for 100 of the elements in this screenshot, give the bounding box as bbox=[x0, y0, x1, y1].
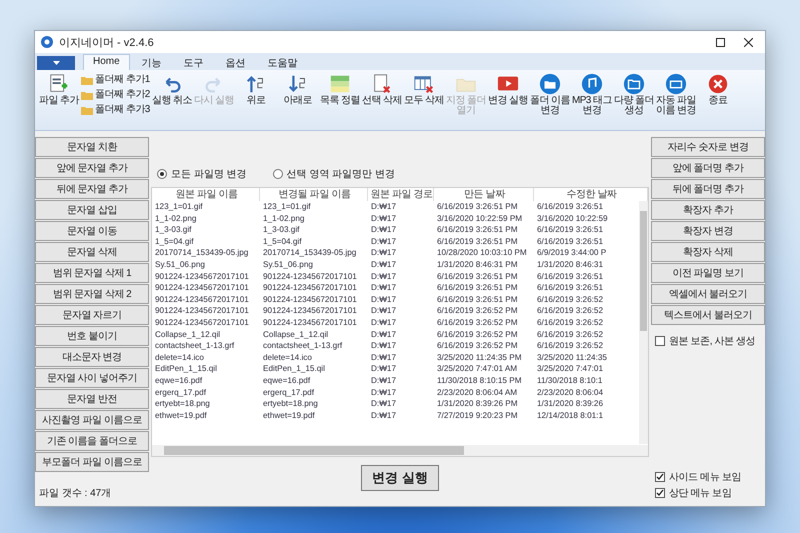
action-button[interactable]: 확장자 삭제 bbox=[651, 242, 765, 262]
mode-radio[interactable]: 선택 영역 파일명만 변경 bbox=[272, 167, 395, 181]
column-header[interactable]: 변경될 파일 이름 bbox=[260, 188, 368, 201]
table-cell-text: 6/16/2019 3:26:52 bbox=[536, 316, 604, 329]
add-folder-button[interactable]: 폴더째 추가3 bbox=[81, 103, 150, 116]
toolbar-button[interactable]: 위로 bbox=[236, 73, 276, 106]
table-cell-text: 1_1-02.png bbox=[154, 212, 198, 224]
caret-icon bbox=[52, 61, 60, 65]
table-cell-text: 123_1=01.gif bbox=[154, 201, 204, 213]
column-header[interactable]: 원본 파일 경로 bbox=[368, 188, 434, 201]
action-button[interactable]: 사진촬영 파일 이름으로 bbox=[35, 410, 149, 430]
toolbar-button[interactable]: 아래로 bbox=[278, 73, 318, 106]
action-button[interactable]: 문자열 자르기 bbox=[35, 305, 149, 325]
ribbon-tab[interactable]: 기능 bbox=[132, 54, 172, 70]
action-button[interactable]: 텍스트에서 불러오기 bbox=[651, 305, 765, 325]
table-cell-text: D:₩17 bbox=[370, 340, 398, 352]
table-cell-text: 6/16/2019 3:26:51 bbox=[536, 224, 604, 236]
column-header[interactable]: 만든 날짜 bbox=[434, 188, 534, 201]
toolbar-button[interactable]: 폴더 이름 변경 bbox=[530, 73, 570, 116]
keep-original-checkbox[interactable]: 원본 보존, 사본 생성 bbox=[655, 334, 761, 348]
table-cell-text: 6/16/2019 3:26:51 bbox=[536, 270, 604, 282]
table-cell-text: 6/16/2019 3:26:51 PM bbox=[436, 201, 519, 213]
action-button[interactable]: 앞에 폴더명 추가 bbox=[651, 158, 765, 178]
table-cell-text: 2/23/2020 8:06:04 AM bbox=[436, 386, 518, 398]
action-button[interactable]: 확장자 변경 bbox=[651, 221, 765, 241]
toolbar-button[interactable]: MP3 태그 변경 bbox=[572, 73, 612, 116]
toolbar-button[interactable]: 모두 삭제 bbox=[404, 73, 444, 106]
table-cell-text: 901224-12345672017101 bbox=[262, 270, 358, 282]
run-rename-button[interactable]: 변경 실행 bbox=[361, 465, 439, 491]
table-cell-text: D:₩17 bbox=[370, 201, 398, 213]
horizontal-scrollbar[interactable] bbox=[152, 445, 648, 456]
app-menu-button[interactable] bbox=[37, 56, 75, 70]
toolbar-button[interactable]: 선택 삭제 bbox=[362, 73, 402, 106]
action-button[interactable]: 문자열 치환 bbox=[35, 137, 149, 157]
action-button[interactable]: 문자열 삽입 bbox=[35, 200, 149, 220]
table-cell-text: 1_1-02.png bbox=[262, 212, 306, 224]
action-button[interactable]: 자리수 숫자로 변경 bbox=[651, 137, 765, 157]
table-cell-text: 2/23/2020 8:06:04 bbox=[536, 386, 604, 398]
action-button[interactable]: 부모폴더 파일 이름으로 bbox=[35, 452, 149, 472]
table-cell-text: EditPen_1_15.qil bbox=[262, 363, 326, 375]
action-button[interactable]: 이전 파일명 보기 bbox=[651, 263, 765, 283]
action-button[interactable]: 번호 붙이기 bbox=[35, 326, 149, 346]
table-cell-text: 6/16/2019 3:26:51 bbox=[536, 201, 604, 213]
table-cell-text: ergerq_17.pdf bbox=[154, 386, 207, 398]
file-count-label: 파일 갯수 : 47개 bbox=[38, 487, 112, 501]
table-cell-text: D:₩17 bbox=[370, 212, 398, 224]
view-option-checkbox[interactable]: 상단 메뉴 보임 bbox=[655, 486, 761, 500]
close-icon bbox=[744, 38, 752, 46]
table-cell-text: ethwet=19.pdf bbox=[262, 410, 316, 422]
table-cell-text: eqwe=16.pdf bbox=[262, 374, 312, 386]
ribbon-tab[interactable]: Home bbox=[83, 54, 130, 70]
action-button[interactable]: 범위 문자열 삭제 1 bbox=[35, 263, 149, 283]
table-cell-text: D:₩17 bbox=[370, 374, 398, 386]
table-cell-text: 6/16/2019 3:26:52 PM bbox=[436, 328, 519, 340]
action-button[interactable]: 뒤에 폴더명 추가 bbox=[651, 179, 765, 199]
toolbar-button[interactable]: 파일 추가 bbox=[39, 73, 79, 106]
table-cell-text: D:₩17 bbox=[370, 328, 398, 340]
app-logo-icon bbox=[41, 36, 53, 48]
toolbar-button[interactable]: 종료 bbox=[698, 73, 738, 106]
action-button[interactable]: 앞에 문자열 추가 bbox=[35, 158, 149, 178]
table-cell-text: 11/30/2018 8:10:15 PM bbox=[436, 374, 523, 386]
folder-circle-icon bbox=[622, 73, 645, 95]
action-button[interactable]: 대소문자 변경 bbox=[35, 347, 149, 367]
table-cell-text: 1/31/2020 8:39:26 bbox=[536, 398, 604, 410]
action-button[interactable]: 범위 문자열 삭제 2 bbox=[35, 284, 149, 304]
table-cell-text: 1_5=04.gif bbox=[262, 236, 302, 248]
action-button[interactable]: 뒤에 문자열 추가 bbox=[35, 179, 149, 199]
table-cell-text: ertyebt=18.png bbox=[262, 398, 319, 410]
table-cell-text: 6/16/2019 3:26:51 PM bbox=[436, 270, 519, 282]
toolbar-button[interactable]: 자동 파일 이름 변경 bbox=[656, 73, 696, 116]
ribbon-tab[interactable]: 도구 bbox=[174, 54, 214, 70]
ribbon-tab[interactable]: 옵션 bbox=[216, 54, 256, 70]
action-button[interactable]: 문자열 삭제 bbox=[35, 242, 149, 262]
table-cell-text: D:₩17 bbox=[370, 316, 398, 329]
table-cell-text: delete=14.ico bbox=[262, 352, 313, 364]
table-cell-text: 6/16/2019 3:26:51 PM bbox=[436, 224, 519, 236]
table-cell-text: eqwe=16.pdf bbox=[154, 374, 204, 386]
action-button[interactable]: 기존 이름을 폴더으로 bbox=[35, 431, 149, 451]
column-header[interactable]: 원본 파일 이름 bbox=[152, 188, 260, 201]
table-cell-text: 6/16/2019 3:26:52 PM bbox=[436, 316, 519, 329]
action-button[interactable]: 문자열 이동 bbox=[35, 221, 149, 241]
toolbar-button[interactable]: 다량 폴더 생성 bbox=[614, 73, 654, 116]
table-cell-text: 6/16/2019 3:26:52 bbox=[536, 328, 604, 340]
ribbon-tab[interactable]: 도움말 bbox=[258, 54, 308, 70]
window-title: 이지네이머 - v2.4.6 bbox=[59, 36, 155, 50]
vertical-scrollbar[interactable] bbox=[639, 201, 648, 444]
toolbar-button[interactable]: 변경 실행 bbox=[488, 73, 528, 106]
view-option-checkbox[interactable]: 사이드 메뉴 보임 bbox=[655, 470, 761, 484]
toolbar-button[interactable]: 목록 정렬 bbox=[320, 73, 360, 106]
table-cell-text: 3/16/2020 10:22:59 PM bbox=[436, 212, 524, 224]
add-folder-button[interactable]: 폴더째 추가1 bbox=[81, 73, 150, 86]
table-cell-text: Collapse_1_12.qil bbox=[154, 328, 222, 340]
toolbar-button[interactable]: 실행 취소 bbox=[152, 73, 192, 106]
action-button[interactable]: 문자열 반전 bbox=[35, 389, 149, 409]
mode-radio[interactable]: 모든 파일명 변경 bbox=[157, 167, 247, 181]
action-button[interactable]: 확장자 추가 bbox=[651, 200, 765, 220]
action-button[interactable]: 문자열 사이 넣어주기 bbox=[35, 368, 149, 388]
table-cell-text: Collapse_1_12.qil bbox=[262, 328, 330, 340]
add-folder-button[interactable]: 폴더째 추가2 bbox=[81, 88, 150, 101]
action-button[interactable]: 엑셀에서 불러오기 bbox=[651, 284, 765, 304]
